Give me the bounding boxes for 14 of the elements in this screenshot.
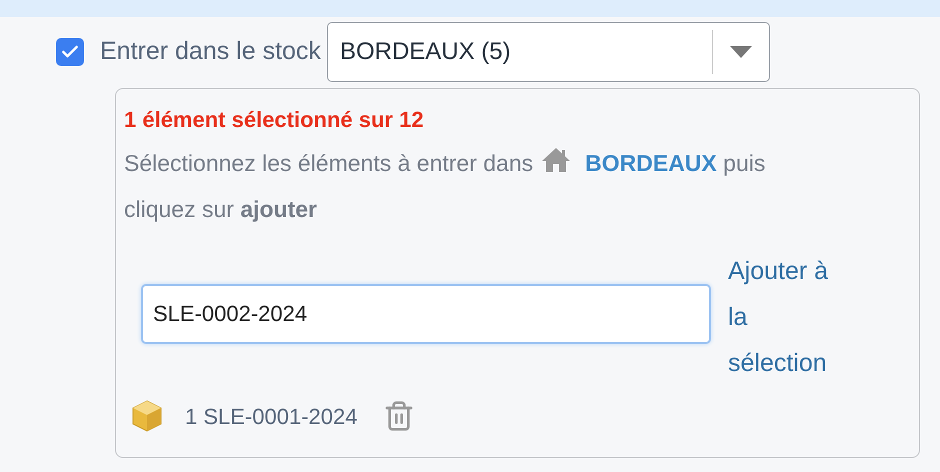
item-label: 1 SLE-0001-2024 (185, 402, 358, 430)
store-name: BORDEAUX (585, 150, 717, 176)
delete-button[interactable] (383, 400, 416, 432)
checkbox-label: Entrer dans le stock (100, 36, 321, 68)
search-field[interactable]: SLE-0002-2024 (141, 284, 711, 344)
selection-count: 1 élément sélectionné sur 12 (124, 106, 425, 134)
instruction-text: cliquez sur ajouter (124, 196, 318, 222)
instruction-text: Sélectionnez les éléments à entrer dans (124, 150, 534, 176)
home-icon (541, 147, 572, 173)
checkbox[interactable] (56, 38, 84, 66)
caret-icon (730, 46, 752, 58)
add-to-selection-link[interactable]: Ajouter à la sélection (728, 248, 846, 386)
instruction-text: puis (723, 150, 766, 176)
store-select[interactable]: BORDEAUX (5) (326, 22, 770, 82)
